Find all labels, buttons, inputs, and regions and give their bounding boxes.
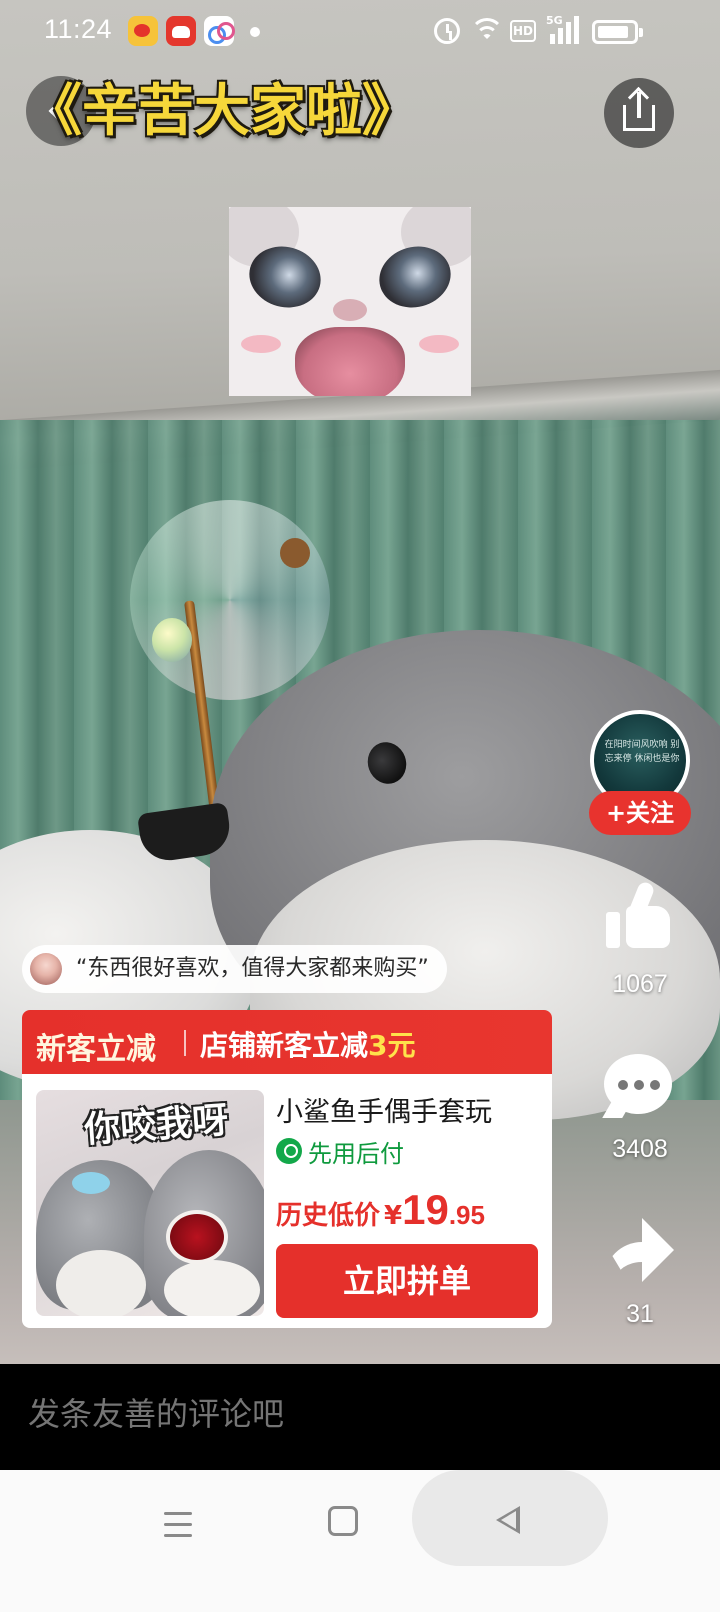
- share-count: 31: [626, 1300, 654, 1328]
- system-nav-bar: [0, 1470, 720, 1612]
- promo-banner: 新客立减 店铺新客立减3元: [22, 1010, 552, 1074]
- comment-bar: [0, 1364, 720, 1470]
- promo-divider: [184, 1030, 186, 1056]
- recent-apps-button[interactable]: [160, 1506, 200, 1542]
- sticker-mouth: [295, 327, 405, 396]
- system-back-button[interactable]: [412, 1470, 608, 1566]
- comment-count: 3408: [612, 1135, 668, 1163]
- price-label: 历史低价: [276, 1201, 381, 1231]
- comment-input[interactable]: [28, 1396, 688, 1433]
- reviewer-avatar: [30, 953, 62, 985]
- like-count: 1067: [612, 970, 668, 998]
- share-top-button[interactable]: [604, 78, 674, 148]
- alarm-icon: [434, 18, 460, 44]
- back-triangle-icon: [496, 1506, 520, 1534]
- panda-face-sticker: [229, 207, 471, 396]
- 5g-signal-icon: 5G: [546, 14, 582, 44]
- weibo-app-icon: [128, 16, 158, 46]
- hd-icon: HD: [510, 20, 536, 42]
- product-name[interactable]: 小鲨鱼手偶手套玩: [276, 1090, 544, 1129]
- status-time: 11:24: [44, 14, 113, 44]
- pinwheel-toy: [130, 500, 330, 700]
- price-integer: 19: [402, 1186, 449, 1233]
- sticker-blush-left: [241, 335, 281, 353]
- follow-button[interactable]: +关注: [589, 791, 691, 835]
- promo-text: 店铺新客立减3元: [200, 1029, 416, 1062]
- pinwheel-cap: [280, 538, 310, 568]
- red-app-icon: [166, 16, 196, 46]
- sticker-nose: [333, 299, 367, 321]
- price-decimal: .95: [448, 1200, 485, 1230]
- baidu-netdisk-app-icon: [204, 16, 235, 46]
- product-image-caption: 你咬我呀: [82, 1099, 230, 1151]
- price-row: 历史低价 ¥19.95: [276, 1186, 485, 1234]
- video-title: 《辛苦大家啦》: [26, 78, 418, 144]
- like-button[interactable]: [606, 880, 672, 950]
- group-buy-button[interactable]: 立即拼单: [276, 1244, 538, 1318]
- product-card[interactable]: 新客立减 店铺新客立减3元 你咬我呀 小鲨鱼手偶手套玩 先用后付 历史低价 ¥19…: [22, 1010, 552, 1328]
- home-button[interactable]: [328, 1506, 358, 1536]
- pinwheel-ball: [152, 618, 192, 662]
- notification-dot-icon: [250, 27, 260, 37]
- share-button[interactable]: [604, 1218, 674, 1282]
- pay-later-badge: 先用后付: [276, 1134, 404, 1169]
- comment-button[interactable]: [602, 1054, 674, 1120]
- share-arrowhead-icon: [642, 1218, 674, 1282]
- price-currency: ¥: [384, 1201, 403, 1231]
- product-image[interactable]: 你咬我呀: [36, 1090, 264, 1316]
- promo-tag: 新客立减: [36, 1032, 156, 1067]
- promo-amount: 3元: [368, 1029, 416, 1062]
- wifi-icon: [470, 18, 504, 44]
- pay-later-label: 先用后付: [308, 1140, 404, 1168]
- battery-icon: [592, 20, 643, 44]
- review-text: “东西很好喜欢，值得大家都来购买”: [76, 956, 429, 981]
- share-arrow-icon: [637, 92, 641, 118]
- review-pill[interactable]: “东西很好喜欢，值得大家都来购买”: [22, 945, 447, 993]
- sticker-blush-right: [419, 335, 459, 353]
- avatar-text: 在阳时间风吹响 别忘来停 休闲也是你: [604, 740, 680, 764]
- 5g-label: 5G: [546, 14, 563, 27]
- pay-later-icon: [276, 1138, 302, 1164]
- status-bar: 11:24 HD 5G: [0, 0, 720, 62]
